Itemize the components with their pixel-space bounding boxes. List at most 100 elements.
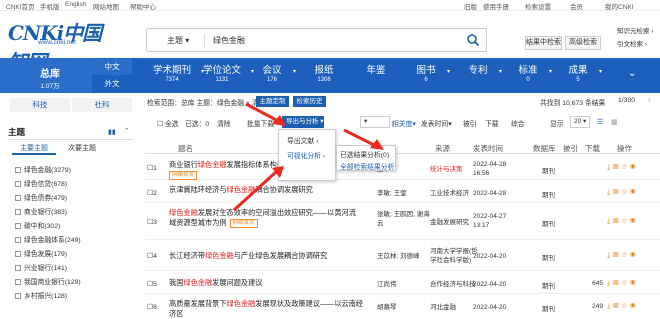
selected-count: 已选：0 <box>185 121 210 128</box>
table-row: ☐3 绿色金融发展对生态效率的空间溢出效应研究——以黄河流域资源型城市为例 网络首… <box>145 204 660 240</box>
facet-item[interactable]: 商业银行(383) <box>15 206 67 216</box>
advanced-search-button[interactable]: 高级检索 <box>565 36 601 50</box>
menu-all-results-analysis[interactable]: 全部检索结果分析 <box>340 161 394 171</box>
table-row: ☐6 高质量发展背景下绿色金融发展现状及政策建议——以云南经济区 胡慕琴 河北金… <box>145 295 660 319</box>
col-download[interactable]: 下载 <box>585 143 600 154</box>
row-title-link[interactable]: 我国绿色金融发展问题及建议 <box>169 278 369 288</box>
row-title-link[interactable]: 高质量发展背景下绿色金融发展现状及政策建议——以云南经济区 <box>169 299 369 319</box>
sort-relevance[interactable]: 相关度▾ <box>392 118 416 128</box>
facet-item[interactable]: 兴业银行(141) <box>15 262 67 272</box>
nav-standard[interactable]: 标准 0 ▾ <box>514 62 552 83</box>
col-cited[interactable]: 被引 <box>563 143 578 154</box>
col-date[interactable]: 发表时间 <box>473 143 503 154</box>
facet-item[interactable]: 绿色发展(179) <box>15 248 67 258</box>
online-first-badge: 网络首发 <box>169 170 198 180</box>
nav-thesis[interactable]: 学位论文 1131 ▾ <box>200 62 254 83</box>
row-action-icons[interactable]: ⤓▤☆◉ <box>607 303 639 311</box>
nav-conference[interactable]: 会议 176 ▾ <box>258 62 296 83</box>
nav-newspaper[interactable]: 报纸 1306 <box>310 62 338 83</box>
link-cnki-home[interactable]: CNKI首页 <box>6 1 35 11</box>
col-database: 数据库 <box>533 144 556 153</box>
annotation-arrow-icon <box>232 166 284 212</box>
citation-search-link[interactable]: 引文检索 › <box>617 38 647 48</box>
menu-export-docs[interactable]: 导出文献 › <box>287 135 318 145</box>
link-member[interactable]: 会员 <box>570 1 583 11</box>
row-author[interactable]: 张敏; 王鸥因; 谢海云 <box>377 210 432 228</box>
facet-item[interactable]: 我国商业银行(129) <box>15 276 81 286</box>
menu-visual-analysis[interactable]: 可视化分析 › <box>287 150 325 160</box>
facet-item[interactable]: 乡村振兴(128) <box>15 290 67 300</box>
nav-patent[interactable]: 专利 ▾ <box>464 62 502 77</box>
row-action-icons[interactable]: ⤓▤☆◉ <box>607 218 639 226</box>
header: CNKi中国知网 www.cnki.net 主题 ▾ 绿色金融 结果中检索 高级… <box>0 11 660 74</box>
row-action-icons[interactable]: ⤓▤☆◉ <box>607 164 639 172</box>
row-download-count: 249 <box>592 303 603 310</box>
facet-item[interactable]: 绿色信贷(678) <box>15 178 67 188</box>
row-action-icons[interactable]: ⤓▤☆◉ <box>607 189 639 197</box>
chevron-down-icon[interactable]: ⌄ <box>628 68 636 79</box>
col-title: 题名 <box>178 144 193 153</box>
cnki-logo[interactable]: CNKi中国知网 www.cnki.net <box>8 17 118 74</box>
database-nav: 总库 1.07万 中文 外文 学术期刊 7374 ▾ 学位论文 1131 ▾ 会议 176… <box>0 58 660 93</box>
lang-foreign-tab[interactable]: 外文 <box>92 76 132 92</box>
collapse-icon[interactable]: ⌃ <box>124 127 130 135</box>
top-utility-bar: CNKI首页 手机版 English 网站地图 帮助中心 旧版 使用手册 检索设… <box>0 0 660 11</box>
row-action-icons[interactable]: ⤓▤☆◉ <box>607 280 639 288</box>
knowledge-search-link[interactable]: 知识元检索 › <box>617 25 653 35</box>
row-checkbox[interactable]: ☐1 <box>147 164 157 172</box>
row-checkbox[interactable]: ☐5 <box>147 280 157 288</box>
search-field-select[interactable]: 主题 ▾ <box>167 35 189 46</box>
lang-chinese-tab[interactable]: 中文 <box>92 59 132 75</box>
link-old-version[interactable]: 旧版 <box>464 1 477 11</box>
link-help[interactable]: 帮助中心 <box>130 1 156 11</box>
row-checkbox[interactable]: ☐4 <box>147 252 157 260</box>
link-mobile[interactable]: 手机版 <box>40 1 60 11</box>
table-header: 题名 作者 来源 发表时间 数据库 被引 下载 操作 <box>145 140 660 154</box>
facet-item[interactable]: 绿色债券(479) <box>15 192 67 202</box>
link-search-settings[interactable]: 检索设置 <box>525 1 551 11</box>
row-database: 期刊 <box>542 168 555 175</box>
grid-view-icon[interactable]: ▦ <box>611 118 617 126</box>
row-checkbox[interactable]: ☐2 <box>147 189 157 197</box>
select-all-checkbox[interactable]: ☐ 全选 <box>157 118 179 128</box>
row-title-link[interactable]: 长江经济带绿色金融与产业绿色发展耦合协调研究 <box>169 251 374 261</box>
row-checkbox[interactable]: ☐3 <box>147 218 157 226</box>
next-page-icon[interactable]: › <box>648 95 651 104</box>
page-size-select[interactable]: 20 ▾ <box>570 116 590 128</box>
link-sitemap[interactable]: 网站地图 <box>93 1 119 11</box>
tab-science[interactable]: 科技 <box>10 98 70 112</box>
tab-secondary-topic[interactable]: 次要主题 <box>60 143 104 155</box>
annotation-arrow-icon <box>343 128 384 150</box>
search-icon[interactable] <box>466 33 480 47</box>
facet-item[interactable]: 绿色金融(3279) <box>15 164 71 174</box>
search-divider <box>204 34 205 47</box>
link-english[interactable]: English <box>65 1 86 8</box>
chart-icon[interactable]: ▮▮ <box>108 128 116 136</box>
facet-item[interactable]: 碳中和(302) <box>15 220 60 230</box>
search-in-results-button[interactable]: 结果中检索 <box>525 36 562 50</box>
sort-date[interactable]: 发表时间▾ <box>421 118 452 128</box>
link-my-cnki[interactable]: 我的CNKI <box>605 1 634 11</box>
nav-zongku-count: 1.07万 <box>40 83 60 90</box>
facet-item[interactable]: 绿色金融体系(249) <box>15 234 81 244</box>
nav-achievement[interactable]: 成果 5 ▾ <box>564 62 602 83</box>
row-database: 期刊 <box>542 221 555 228</box>
nav-yearbook[interactable]: 年鉴 <box>362 62 390 77</box>
clear-selection-link[interactable]: 清除 <box>217 118 231 128</box>
tab-main-topic[interactable]: 主要主题 <box>12 143 56 155</box>
sort-download[interactable]: 下载 <box>485 118 499 128</box>
row-date: 2022-04-20 <box>473 304 507 311</box>
nav-journal[interactable]: 学术期刊 7374 ▾ <box>150 62 204 83</box>
list-view-icon[interactable]: ☰ <box>597 118 603 126</box>
link-manual[interactable]: 使用手册 <box>483 1 509 11</box>
row-date: 2022-04-27 13:17 <box>473 213 507 229</box>
tab-social-science[interactable]: 社科 <box>72 98 132 112</box>
nav-zongku[interactable]: 总库 1.07万 <box>0 58 92 93</box>
result-count: 共找到 10,673 条结果 <box>540 100 606 107</box>
row-action-icons[interactable]: ⤓▤☆◉ <box>607 252 639 260</box>
search-input[interactable]: 绿色金融 <box>213 35 245 46</box>
sort-comprehensive[interactable]: 综合 <box>511 118 525 128</box>
sort-cited[interactable]: 被引 <box>463 118 477 128</box>
row-checkbox[interactable]: ☐6 <box>147 303 157 311</box>
nav-book[interactable]: 图书 6 ▾ <box>412 62 450 83</box>
